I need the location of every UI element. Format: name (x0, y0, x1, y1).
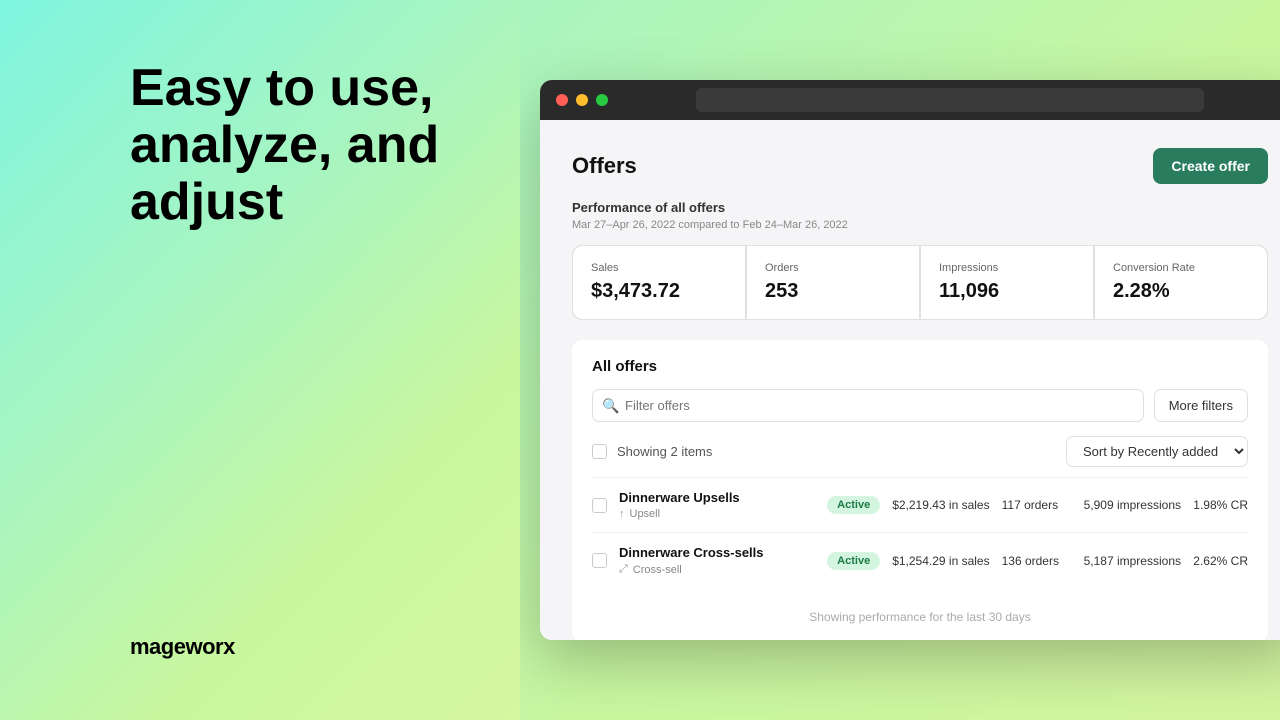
brand-logo: mageworx (130, 634, 235, 660)
stats-grid: Sales $3,473.72 Orders 253 Impressions 1… (572, 245, 1268, 320)
offer-cr-1: 1.98% CR (1193, 498, 1248, 512)
offer-type-label-2: Cross-sell (633, 564, 682, 576)
stat-orders-value: 253 (765, 280, 901, 303)
stat-cr-label: Conversion Rate (1113, 262, 1249, 274)
stat-conversion-rate: Conversion Rate 2.28% (1095, 246, 1267, 319)
offer-checkbox-2[interactable] (592, 553, 607, 568)
showing-count: Showing 2 items (617, 444, 712, 459)
more-filters-button[interactable]: More filters (1154, 389, 1248, 422)
offer-impressions-1: 5,909 impressions (1084, 498, 1181, 512)
offer-row: Dinnerware Cross-sells ⤢ Cross-sell Acti… (592, 532, 1248, 588)
stat-sales: Sales $3,473.72 (573, 246, 745, 319)
showing-items: Showing 2 items (592, 444, 712, 459)
hero-text: Easy to use, analyze, and adjust (130, 60, 460, 232)
offer-cr-2: 2.62% CR (1193, 554, 1248, 568)
offer-orders-1: 117 orders (1002, 498, 1072, 512)
search-input[interactable] (592, 389, 1144, 422)
offer-info-1: Dinnerware Upsells ↑ Upsell (619, 490, 815, 520)
offer-status-badge-1: Active (827, 496, 880, 514)
offer-impressions-2: 5,187 impressions (1084, 554, 1181, 568)
offer-type-2: ⤢ Cross-sell (619, 563, 815, 576)
offers-section-title: All offers (592, 358, 1248, 375)
offer-row: Dinnerware Upsells ↑ Upsell Active $2,21… (592, 477, 1248, 532)
offer-name-2: Dinnerware Cross-sells (619, 545, 815, 560)
search-wrapper: 🔍 (592, 389, 1144, 422)
performance-label: Performance of all offers (572, 200, 1268, 215)
offer-name-1: Dinnerware Upsells (619, 490, 815, 505)
traffic-light-yellow[interactable] (576, 94, 588, 106)
upsell-icon: ↑ (619, 508, 625, 520)
offer-checkbox-1[interactable] (592, 498, 607, 513)
footer-note: Showing performance for the last 30 days (592, 604, 1248, 624)
offer-type-label-1: Upsell (630, 508, 661, 520)
search-icon: 🔍 (602, 397, 619, 414)
offer-sales-1: $2,219.43 in sales (892, 498, 989, 512)
offer-info-2: Dinnerware Cross-sells ⤢ Cross-sell (619, 545, 815, 576)
stat-orders: Orders 253 (747, 246, 919, 319)
offer-type-1: ↑ Upsell (619, 508, 815, 520)
performance-date: Mar 27–Apr 26, 2022 compared to Feb 24–M… (572, 219, 1268, 231)
url-bar[interactable] (696, 88, 1204, 112)
offer-sales-2: $1,254.29 in sales (892, 554, 989, 568)
create-offer-button[interactable]: Create offer (1153, 148, 1268, 184)
offer-orders-2: 136 orders (1002, 554, 1072, 568)
sort-dropdown[interactable]: Sort by Recently added (1066, 436, 1248, 467)
traffic-light-green[interactable] (596, 94, 608, 106)
stat-impressions-label: Impressions (939, 262, 1075, 274)
stat-impressions-value: 11,096 (939, 280, 1075, 303)
right-panel: Offers Create offer Performance of all o… (520, 0, 1280, 720)
browser-window: Offers Create offer Performance of all o… (540, 80, 1280, 640)
stat-cr-value: 2.28% (1113, 280, 1249, 303)
page-title: Offers (572, 153, 637, 179)
crosssell-icon: ⤢ (619, 563, 628, 576)
offers-section: All offers 🔍 More filters Showing 2 item… (572, 340, 1268, 640)
traffic-light-red[interactable] (556, 94, 568, 106)
browser-content: Offers Create offer Performance of all o… (540, 120, 1280, 640)
page-header: Offers Create offer (572, 148, 1268, 184)
stat-impressions: Impressions 11,096 (921, 246, 1093, 319)
table-controls: Showing 2 items Sort by Recently added (592, 436, 1248, 467)
filter-bar: 🔍 More filters (592, 389, 1248, 422)
stat-sales-value: $3,473.72 (591, 280, 727, 303)
stat-orders-label: Orders (765, 262, 901, 274)
browser-titlebar (540, 80, 1280, 120)
stat-sales-label: Sales (591, 262, 727, 274)
offer-status-badge-2: Active (827, 552, 880, 570)
left-panel: Easy to use, analyze, and adjust magewor… (0, 0, 520, 720)
select-all-checkbox[interactable] (592, 444, 607, 459)
